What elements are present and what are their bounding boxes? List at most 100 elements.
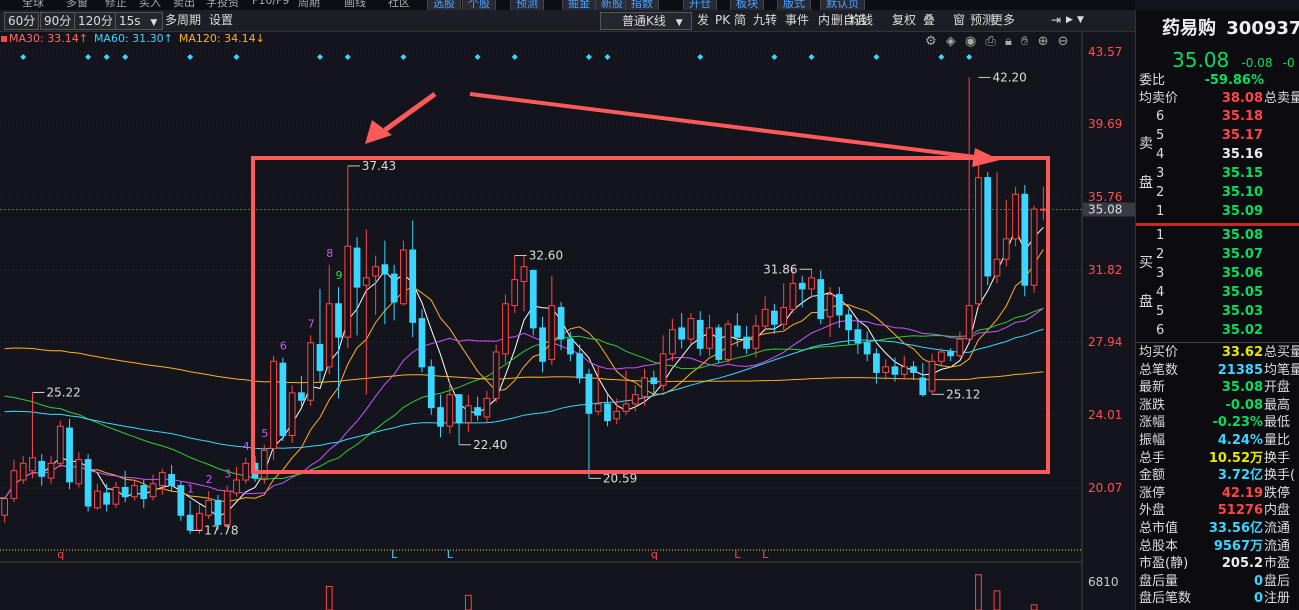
toolbar-item[interactable]: 简 xyxy=(731,12,749,28)
ask-level-row[interactable]: 5 35.17 xyxy=(1136,127,1299,144)
toolbar-item[interactable]: 窗 xyxy=(950,12,968,28)
top-menu-item[interactable]: 选股 xyxy=(427,0,461,10)
top-menu-item[interactable]: 开仓 xyxy=(683,0,717,10)
volume-bar xyxy=(325,586,333,610)
bid-level-row[interactable]: 4 35.05 xyxy=(1136,284,1299,301)
multi-period-button[interactable]: 多周期 xyxy=(162,12,204,28)
ma-line xyxy=(4,328,1044,450)
bid-level-price: 35.05 xyxy=(1221,285,1263,300)
candle-body xyxy=(325,303,333,368)
top-menu-item[interactable]: 掘金 xyxy=(562,0,596,10)
candle-body xyxy=(854,329,862,344)
stat-label: 涨停 xyxy=(1139,485,1166,501)
stat-value: 42.19 xyxy=(1221,485,1263,501)
stat-row: 涨跌 -0.08 最高 xyxy=(1136,397,1299,414)
period-select[interactable]: 15s ▼ xyxy=(115,12,163,30)
bid-level-row[interactable]: 6 35.02 xyxy=(1136,322,1299,339)
candlestick-chart[interactable]: 43.5739.6935.7635.0831.8227.9424.0120.07… xyxy=(0,32,1135,610)
ask-level-row[interactable]: 6 35.18 xyxy=(1136,108,1299,125)
candle-body xyxy=(900,366,908,375)
volume-bar xyxy=(464,594,472,610)
price-change: -0.08 xyxy=(1241,56,1273,70)
toolbar-item[interactable]: 复权 xyxy=(889,12,919,28)
top-menu-item[interactable]: 指数 xyxy=(625,0,659,10)
toolbar-item[interactable]: 均线 xyxy=(846,12,876,28)
stat-value: 3.72亿 xyxy=(1217,468,1263,484)
signal-diamond xyxy=(233,54,240,60)
bid-level-row[interactable]: 1 35.08 xyxy=(1136,227,1299,244)
stats-divider xyxy=(1136,342,1299,343)
ask-level-row[interactable]: 4 35.16 xyxy=(1136,146,1299,163)
stat-label: 涨幅 xyxy=(1139,415,1166,431)
bottom-marker: L xyxy=(762,548,769,561)
price-axis-label: 43.57 xyxy=(1088,45,1122,59)
price-annotation: 22.40 xyxy=(473,438,507,452)
dropdown-icon[interactable]: ▼ xyxy=(1074,12,1087,28)
td-count-label: 7 xyxy=(308,317,315,330)
period-90min-button[interactable]: 90分 xyxy=(40,12,76,30)
candle-body xyxy=(780,306,788,325)
top-menu-item[interactable]: 卖出 xyxy=(173,0,195,10)
signal-diamond xyxy=(122,54,129,60)
settings-button[interactable]: 设置 xyxy=(206,12,236,28)
bid-level-row[interactable]: 3 35.06 xyxy=(1136,265,1299,282)
candle-body xyxy=(400,249,407,305)
top-menu-item[interactable]: F10/F9 xyxy=(252,0,289,7)
candle-body xyxy=(863,342,871,355)
bid-level-row[interactable]: 2 35.07 xyxy=(1136,246,1299,263)
top-menu-item[interactable]: 修正 xyxy=(105,0,127,10)
annotation-arrow-left xyxy=(383,91,437,133)
webi-value: -59.86% xyxy=(1204,73,1264,88)
top-menu-item[interactable]: 版式 xyxy=(777,0,811,10)
kline-type-select[interactable]: 普通K线 ▼ xyxy=(600,12,692,30)
top-menu-item[interactable]: 多窗 xyxy=(66,0,88,10)
candle-body xyxy=(650,377,658,385)
candle-body xyxy=(789,282,797,310)
full-screen-icon[interactable]: ⇥ xyxy=(1048,12,1064,28)
bid-level-row[interactable]: 5 35.03 xyxy=(1136,303,1299,320)
ask-level-row[interactable]: 1 35.09 xyxy=(1136,203,1299,220)
toolbar-item[interactable]: 更多 xyxy=(988,12,1018,28)
top-menu-item[interactable]: 默认页 xyxy=(820,0,865,10)
top-menu-item[interactable]: 画线 xyxy=(344,0,366,10)
stat-row: 涨停 42.19 跌停 xyxy=(1136,485,1299,502)
stat-label: 总手 xyxy=(1139,450,1166,466)
candle-body xyxy=(548,305,556,360)
price-axis-label: 39.69 xyxy=(1088,117,1122,131)
toolbar-item[interactable]: PK xyxy=(712,12,733,28)
signal-diamond xyxy=(316,54,323,60)
ask-level-row[interactable]: 2 35.10 xyxy=(1136,184,1299,201)
toolbar-item[interactable]: 事件 xyxy=(782,12,812,28)
top-menu-item[interactable]: 字投资 xyxy=(206,0,239,10)
ask-level-index: 5 xyxy=(1156,128,1165,143)
volume-bar xyxy=(975,574,982,610)
candle-body xyxy=(715,327,723,360)
period-60min-button[interactable]: 60分 xyxy=(4,12,40,30)
bid-level-price: 35.03 xyxy=(1221,304,1263,319)
stock-code: 300937 xyxy=(1226,18,1299,39)
top-menu-item[interactable]: 新股 xyxy=(595,0,629,10)
top-menu-item[interactable]: 社区 xyxy=(388,0,410,10)
top-menu-item[interactable]: 个股 xyxy=(462,0,496,10)
candle-body xyxy=(492,351,500,399)
ask-level-row[interactable]: 3 35.15 xyxy=(1136,165,1299,182)
candle-body xyxy=(298,392,305,401)
period-120min-button[interactable]: 120分 xyxy=(74,12,117,30)
toolbar-item[interactable]: 发 xyxy=(694,12,712,28)
bid-level-index: 1 xyxy=(1156,228,1165,243)
top-menu-item[interactable]: 买入 xyxy=(139,0,161,10)
toolbar-item[interactable]: 九转 xyxy=(750,12,780,28)
candle-body xyxy=(798,282,806,290)
toolbar-item[interactable]: 叠 xyxy=(920,12,938,28)
candle-body xyxy=(706,327,713,349)
signal-diamond xyxy=(873,54,880,60)
candle-body xyxy=(743,336,750,349)
candle-body xyxy=(56,425,64,464)
top-menu-item[interactable]: 周期 xyxy=(298,0,320,10)
stat-row: 振幅 4.24% 量比 xyxy=(1136,432,1299,449)
top-menu-item[interactable]: 全球 xyxy=(22,0,44,10)
candle-body xyxy=(372,266,379,277)
top-menu-item[interactable]: 预测 xyxy=(510,0,544,10)
top-menu-item[interactable]: 板块 xyxy=(730,0,764,10)
stat-value: -0.08 xyxy=(1225,397,1263,413)
